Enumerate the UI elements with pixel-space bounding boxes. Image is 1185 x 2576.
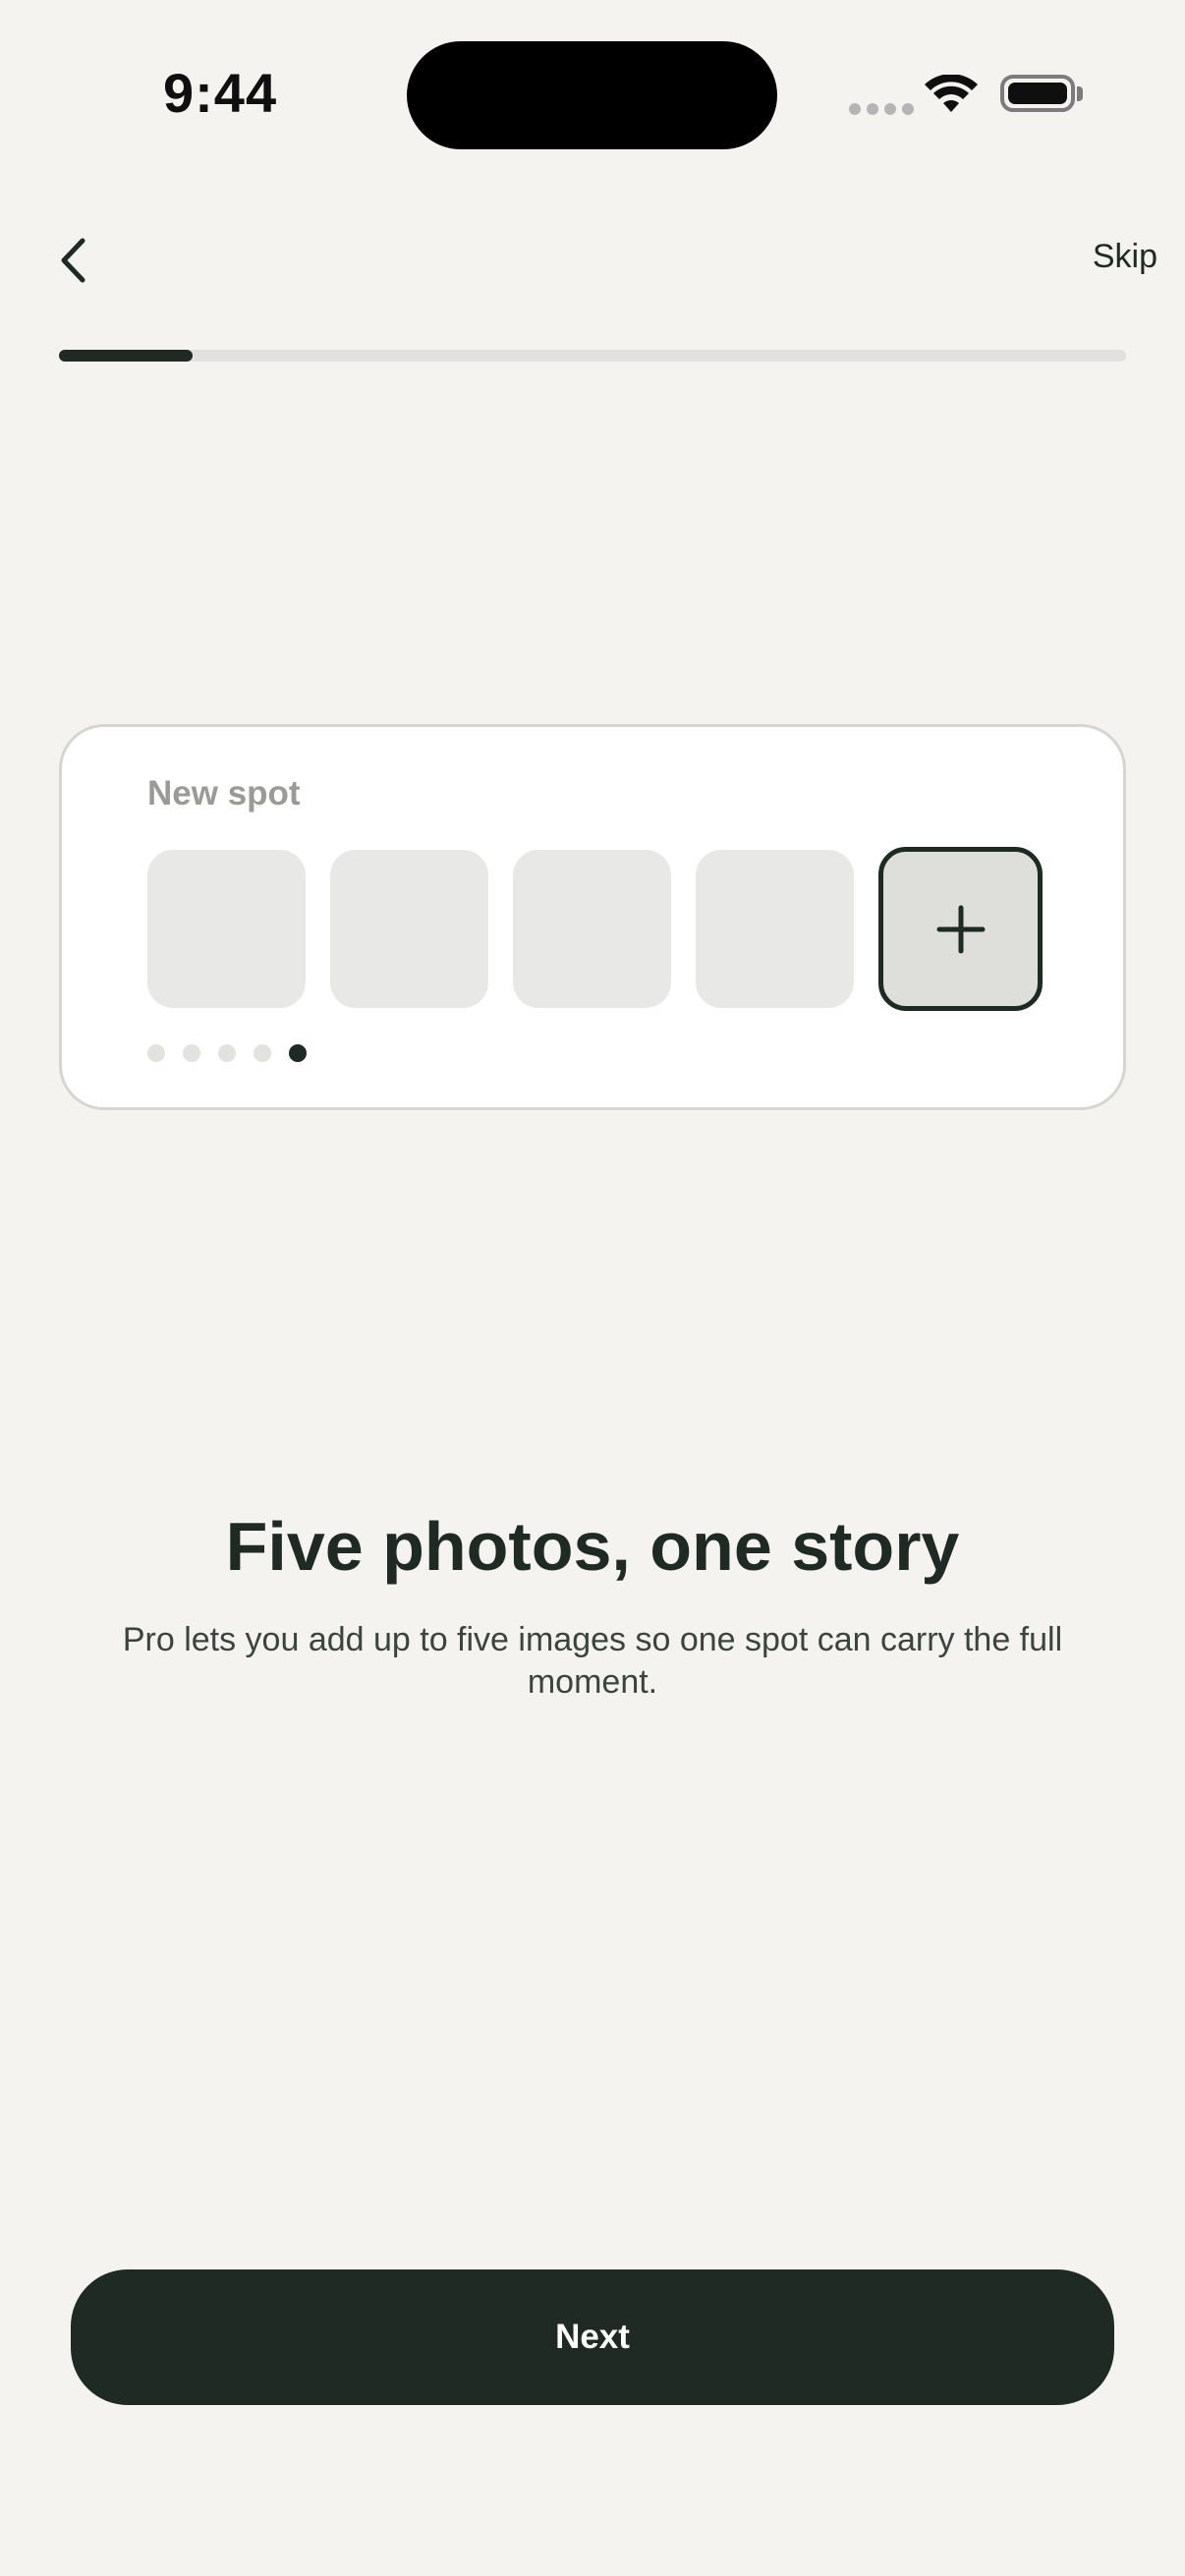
photo-slot[interactable]	[147, 850, 306, 1008]
card-title: New spot	[147, 774, 301, 812]
status-bar: 9:44	[0, 0, 1185, 196]
new-spot-card: New spot	[59, 724, 1126, 1110]
photo-slot[interactable]	[330, 850, 488, 1008]
headline: Five photos, one story	[225, 1508, 960, 1585]
chevron-left-icon	[61, 238, 85, 283]
pager-dot	[147, 1044, 165, 1062]
progress-fill	[59, 350, 193, 362]
next-button[interactable]: Next	[71, 2269, 1114, 2405]
battery-icon	[1000, 75, 1075, 112]
pager-dot	[254, 1044, 271, 1062]
photo-slot[interactable]	[696, 850, 854, 1008]
pager-dot	[218, 1044, 236, 1062]
status-time: 9:44	[163, 62, 278, 124]
body-text: Pro lets you add up to five images so on…	[122, 1621, 1063, 1701]
skip-button[interactable]: Skip	[1093, 238, 1157, 276]
pager-dot	[183, 1044, 200, 1062]
pager-dots	[147, 1044, 307, 1062]
cellular-signal-icon	[849, 103, 914, 115]
add-photo-button[interactable]	[878, 847, 1043, 1011]
wifi-icon	[924, 74, 979, 119]
pager-dot-active	[289, 1044, 307, 1062]
battery-tip	[1077, 86, 1083, 101]
photo-slot[interactable]	[513, 850, 671, 1008]
back-button[interactable]	[43, 226, 102, 295]
dynamic-island	[407, 41, 777, 149]
plus-icon	[936, 905, 985, 953]
photo-slots	[147, 847, 1043, 1011]
progress-bar	[59, 350, 1126, 362]
